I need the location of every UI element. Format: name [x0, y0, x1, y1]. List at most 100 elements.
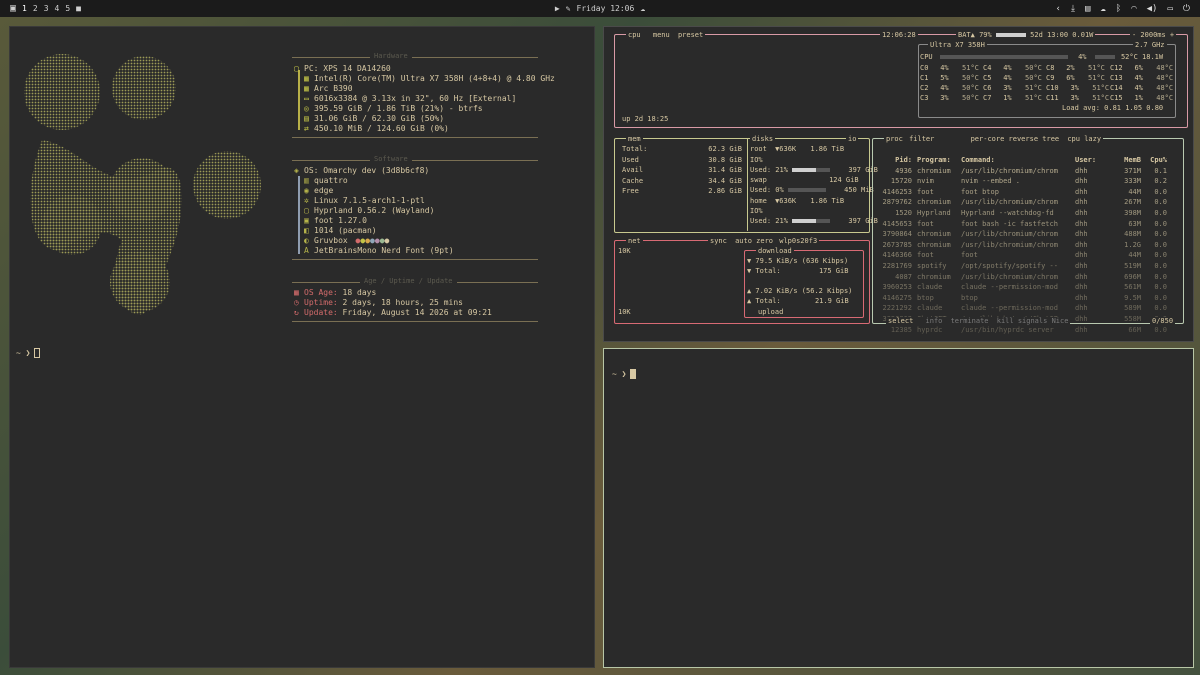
process-row[interactable]: 2673785 chromium/usr/lib/chromium/chrom dh… [874, 240, 1177, 251]
info-action[interactable]: info [926, 317, 943, 325]
gpu-icon: ▦ [304, 84, 309, 93]
process-row[interactable]: 4936 chromium/usr/lib/chromium/chrom dhh 37… [874, 166, 1177, 177]
sw-theme: ◐ Gruvbox ●●●●●●● [304, 236, 390, 245]
chevron-left-icon[interactable]: ‹ [1056, 4, 1061, 14]
io-label[interactable]: io [846, 135, 859, 143]
download-icon[interactable]: ⤓ [1071, 4, 1075, 14]
hw-display: ▭ 6016x3384 @ 3.13x in 32", 60 Hz [Extern… [304, 94, 517, 103]
age-title: Age / Uptime / Update [360, 277, 457, 285]
wifi-icon[interactable]: ◠ [1131, 4, 1136, 14]
cpu-tab[interactable]: cpu [628, 31, 641, 39]
media-play-icon[interactable]: ▶ [555, 4, 560, 13]
net-scale-top: 10K [618, 247, 631, 255]
sw-terminal: ▣ foot 1.27.0 [304, 216, 367, 225]
process-row[interactable]: 4146275 btop btop dhh 9.5M 0.0 [874, 293, 1177, 304]
cpu-model: Ultra X7 358H [928, 41, 987, 49]
mem-row: Avail 31.4 GiB [622, 166, 742, 174]
cpu-core-c12: C12 6% 48°C [1110, 64, 1174, 72]
upload-total: ▲ Total: 21.9 GiB [747, 297, 849, 305]
mem-row: Total: 62.3 GiB [622, 145, 742, 153]
net-label[interactable]: net [626, 237, 643, 245]
preset-tab[interactable]: preset [678, 31, 703, 39]
cpu-core-c3: C3 3% 50°C [920, 94, 979, 102]
disk-home-io: IO% [750, 207, 763, 215]
process-row[interactable]: 3790864 chromium/usr/lib/chromium/chrom dh… [874, 229, 1177, 240]
sw-packages: ◧ 1014 (pacman) [304, 226, 377, 235]
hw-cpu: ▦ Intel(R) Core(TM) Ultra X7 358H (4+8+4)… [304, 74, 555, 83]
weather-icon[interactable]: ☁ [640, 4, 645, 13]
right-terminal[interactable] [603, 348, 1194, 668]
update-line: ↻ Update: Friday, August 14 2026 at 09:21 [294, 308, 492, 317]
notes-icon[interactable]: ✎ [566, 4, 571, 13]
load-average: Load avg: 0.81 1.05 0.80 [1062, 104, 1164, 112]
disk-home-row: home ▼636K 1.86 TiB [750, 197, 845, 205]
nice-action[interactable]: Nice [1052, 317, 1069, 325]
filter-toggle[interactable]: filter [909, 135, 934, 143]
software-divider [292, 160, 538, 161]
right-prompt[interactable]: ~ ❯ [612, 369, 637, 379]
hw-swap: ⇄ 450.10 MiB / 124.60 GiB (0%) [304, 124, 449, 133]
process-table: Pid: Program: Command: User: MemB Cpu% 4… [874, 155, 1177, 335]
sync-toggle[interactable]: sync [710, 237, 727, 245]
mem-row: Used 30.8 GiB [622, 155, 742, 164]
process-row[interactable]: 4146253 foot foot btop dhh 44M 0.0 [874, 187, 1177, 198]
signals-action[interactable]: signals [1018, 317, 1048, 325]
process-row[interactable]: 2221292 claude claude --permission-mod dhh 5… [874, 303, 1177, 314]
window-icon: ▢ [304, 206, 309, 215]
bluetooth-icon[interactable]: ᛒ [1116, 4, 1121, 14]
disks-label[interactable]: disks [750, 135, 776, 143]
clock[interactable]: Friday 12:06 [577, 4, 635, 13]
volume-icon[interactable]: ◀) [1147, 4, 1158, 14]
process-row[interactable]: 3960253 claude claude --permission-mod dhh 5… [874, 282, 1177, 293]
cpu-core-c13: C13 4% 48°C [1110, 74, 1174, 82]
age-end-divider [292, 321, 538, 322]
top-bar: ▣ 1 2 3 4 5 ■ ▶ ✎ Friday 12:06 ☁ ‹ ⤓ ▤ ☁… [0, 0, 1200, 17]
zero-toggle[interactable]: zero [756, 237, 773, 245]
cpu-core-c14: C14 4% 48°C [1110, 84, 1174, 92]
proc-tab[interactable]: proc [886, 135, 903, 143]
cpu-header: cpu menu preset [626, 31, 706, 39]
hw-memory: ▤ 31.06 GiB / 62.30 GiB (50%) [304, 114, 445, 123]
process-row[interactable]: 4087 chromium/usr/lib/chromium/chrom dhh 69… [874, 272, 1177, 283]
process-row[interactable]: 2281769 spotify/opt/spotify/spotify -- dhh… [874, 261, 1177, 272]
process-row[interactable]: 2879762 chromium/usr/lib/chromium/chrom dh… [874, 197, 1177, 208]
net-scale-bottom: 10K [618, 308, 631, 316]
process-row[interactable]: 1520 Hyprland Hyprland --watchdog-fd dhh 398… [874, 208, 1177, 219]
laptop-icon: ▢ [294, 64, 299, 73]
cpu-core-c2: C2 4% 50°C [920, 84, 979, 92]
clipboard-icon[interactable]: ▤ [1085, 4, 1090, 14]
process-row[interactable]: 4146366 foot foot dhh 44M 0.0 [874, 250, 1177, 261]
font-icon: A [304, 246, 309, 255]
power-icon[interactable]: ⏻ [1183, 4, 1190, 14]
cpu-core-c8: C8 2% 51°C [1046, 64, 1105, 72]
disk-root-io: IO% [750, 156, 763, 164]
sw-wm: ▥ quattro [304, 176, 348, 185]
monitor-icon: ▭ [304, 94, 309, 103]
left-prompt[interactable]: ~ ❯ [16, 348, 41, 358]
process-row[interactable]: 15720 nvim nvim --embed . dhh 333M 0.2 [874, 176, 1177, 187]
auto-toggle[interactable]: auto [735, 237, 752, 245]
cpu-freq: 2.7 GHz [1133, 41, 1167, 49]
tree-toggle[interactable]: tree [1042, 135, 1059, 143]
disk-root-used: Used: 21% 397 GiB [750, 166, 878, 174]
process-row[interactable]: 4145653 foot foot bash -ic fastfetch dhh 63M… [874, 219, 1177, 230]
refresh-rate[interactable]: - 2000ms + [1130, 31, 1177, 39]
disk-icon: ◎ [304, 104, 309, 113]
terminate-action[interactable]: terminate [951, 317, 989, 325]
hw-disk: ◎ 395.59 GiB / 1.86 TiB (21%) - btrfs [304, 104, 483, 113]
interface-name[interactable]: wlp0s20f3 [779, 237, 817, 245]
sort-selector[interactable]: cpu lazy [1067, 135, 1101, 143]
reverse-toggle[interactable]: reverse [1009, 135, 1039, 143]
net-options: sync auto zero wlp0s20f3 [708, 237, 820, 245]
per-core-toggle[interactable]: per-core [971, 135, 1005, 143]
process-row[interactable]: 12385 hyprdc/usr/bin/hyprdc server dhh 66M 0… [874, 325, 1177, 336]
select-action[interactable]: select [888, 317, 913, 325]
cloud-icon[interactable]: ☁ [1100, 4, 1105, 14]
hw-pc: ▢ PC: XPS 14 DA14260 [294, 64, 391, 73]
cpu-core-c10: C10 3% 51°C [1046, 84, 1110, 92]
display-icon[interactable]: ▭ [1167, 4, 1172, 14]
mem-label[interactable]: mem [626, 135, 643, 143]
mem-row: Cache 34.4 GiB [622, 176, 742, 185]
menu-tab[interactable]: menu [653, 31, 670, 39]
kill-action[interactable]: kill [997, 317, 1014, 325]
